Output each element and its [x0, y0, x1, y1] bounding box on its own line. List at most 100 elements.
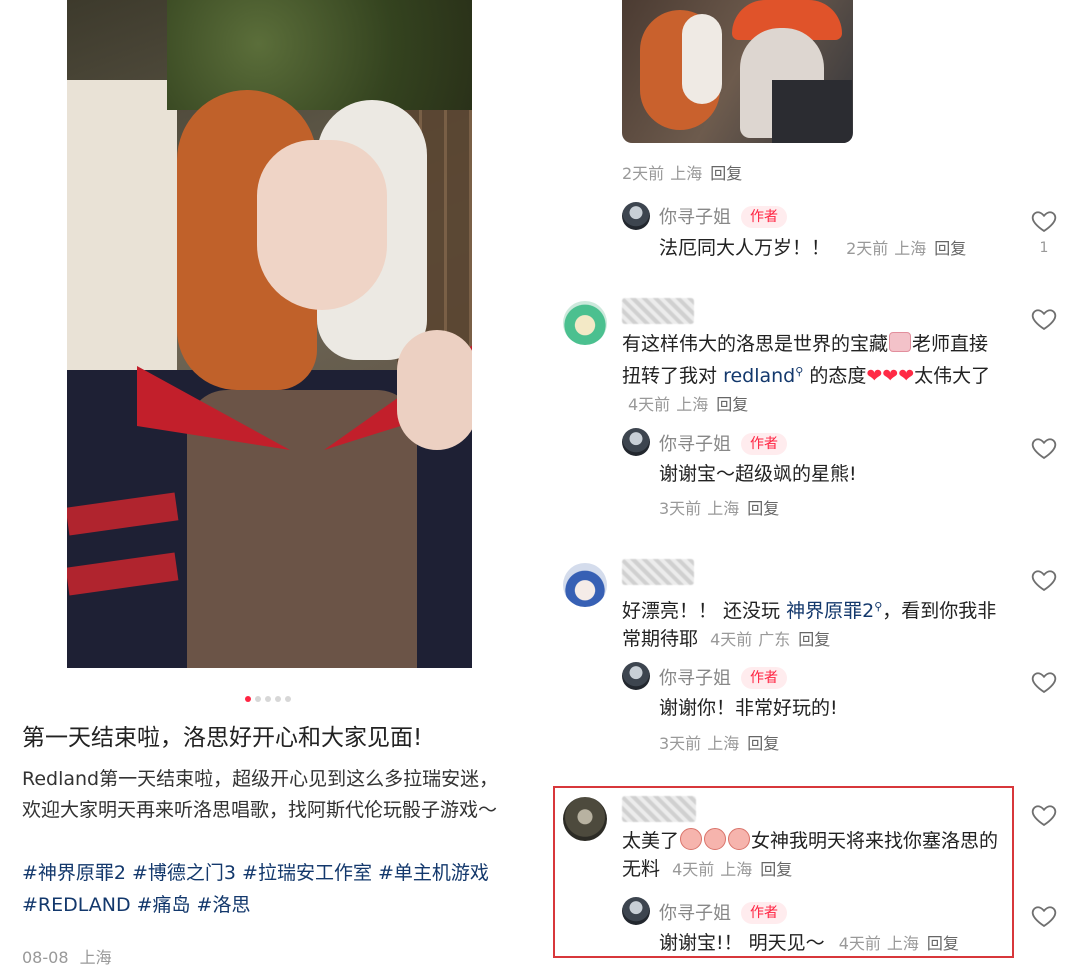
carousel-dot [275, 696, 281, 702]
post-body: Redland第一天结束啦，超级开心见到这么多拉瑞安迷，欢迎大家明天再来听洛思唱… [22, 768, 499, 821]
author-badge: 作者 [741, 667, 787, 689]
commenter-name-blurred[interactable] [622, 796, 696, 822]
author-name[interactable]: 你寻子姐 [659, 903, 731, 924]
author-name-row: 你寻子姐 作者 [659, 430, 787, 456]
author-name-row: 你寻子姐 作者 [659, 899, 787, 925]
keyword-link[interactable]: 神界原罪2⚲ [786, 600, 882, 622]
hashtag-link[interactable]: #单主机游戏 [378, 862, 489, 884]
reply-text: 谢谢宝!！ 明天见～ 4天前 上海 回复 [659, 929, 959, 958]
carousel-dot [265, 696, 271, 702]
comment-time: 4天前 [710, 630, 753, 649]
reply-location: 上海 [707, 734, 740, 753]
keyword-link[interactable]: redland⚲ [723, 365, 803, 387]
keyword-link-text: redland [723, 365, 796, 387]
like-button[interactable] [1030, 801, 1058, 829]
reply-time: 2天前 [846, 239, 889, 258]
hashtag-link[interactable]: #博德之门3 [132, 862, 236, 884]
comment-location: 广东 [758, 630, 791, 649]
hashtag-link[interactable]: #痛岛 [137, 894, 191, 916]
hashtag-link[interactable]: #REDLAND [22, 894, 131, 916]
reply-button[interactable]: 回复 [747, 499, 779, 518]
reply-meta: 3天前 上海 回复 [659, 730, 779, 754]
like-button[interactable] [1030, 902, 1058, 930]
author-badge: 作者 [741, 902, 787, 924]
post-meta: 08-08 上海 [22, 944, 112, 968]
commenter-avatar[interactable] [563, 797, 607, 841]
author-avatar[interactable] [622, 428, 650, 456]
post-location: 上海 [79, 948, 112, 967]
post-photo[interactable] [67, 0, 472, 668]
like-count: 1 [1039, 240, 1049, 256]
reply-button[interactable]: 回复 [934, 239, 966, 258]
reply-button[interactable]: 回复 [760, 860, 792, 879]
reply-time: 3天前 [659, 499, 702, 518]
comment-text: 有这样伟大的洛思是世界的宝藏 老师直接扭转了我对 redland⚲ 的态度❤❤❤太… [622, 330, 1002, 419]
reply-content: 谢谢你！非常好玩的! [659, 697, 838, 719]
comment-time: 4天前 [672, 860, 715, 879]
post-title: 第一天结束啦，洛思好开心和大家见面! [22, 725, 423, 751]
post-tags: #神界原罪2 #博德之门3 #拉瑞安工作室 #单主机游戏 #REDLAND #痛岛 #洛思 [22, 857, 512, 921]
comment-time: 4天前 [628, 395, 671, 414]
reply-time: 4天前 [838, 934, 881, 953]
post-date: 08-08 [22, 948, 69, 967]
comment-text: 太美了 女神我明天将来找你塞洛思的无料 4天前 上海 回复 [622, 827, 1007, 884]
reply-button[interactable]: 回复 [798, 630, 830, 649]
reply-location: 上海 [707, 499, 740, 518]
author-avatar[interactable] [622, 202, 650, 230]
author-avatar[interactable] [622, 897, 650, 925]
author-name[interactable]: 你寻子姐 [659, 207, 731, 228]
heart-outline-icon [1031, 805, 1057, 827]
reply-content: 谢谢宝～超级飒的星熊! [659, 463, 857, 485]
hashtag-link[interactable]: #洛思 [197, 894, 251, 916]
author-badge: 作者 [741, 206, 787, 228]
comment-time: 2天前 [622, 164, 665, 183]
comment-text-part: 有这样伟大的洛思是世界的宝藏 [622, 333, 889, 355]
comment-location: 上海 [720, 860, 753, 879]
commenter-avatar[interactable] [563, 563, 607, 607]
heart-outline-icon [1031, 570, 1057, 592]
heart-outline-icon [1031, 211, 1057, 233]
author-name-row: 你寻子姐 作者 [659, 664, 787, 690]
comment-location: 上海 [670, 164, 703, 183]
commenter-avatar[interactable] [563, 301, 607, 345]
carousel-dot [285, 696, 291, 702]
heart-outline-icon [1031, 906, 1057, 928]
reply-text: 法厄同大人万岁！！ 2天前 上海 回复 [659, 234, 966, 263]
reply-button[interactable]: 回复 [747, 734, 779, 753]
red-heart-emoji: ❤❤❤ [866, 365, 915, 387]
heart-outline-icon [1031, 309, 1057, 331]
reply-button[interactable]: 回复 [710, 164, 742, 183]
comment-text-part: 好漂亮！！ 还没玩 [622, 600, 781, 622]
author-name-row: 你寻子姐 作者 [659, 203, 787, 229]
comment-image[interactable] [622, 0, 853, 143]
shy-face-emoji [680, 828, 703, 850]
hashtag-link[interactable]: #拉瑞安工作室 [242, 862, 372, 884]
comment-location: 上海 [676, 395, 709, 414]
carousel-dot [255, 696, 261, 702]
author-name[interactable]: 你寻子姐 [659, 668, 731, 689]
commenter-name-blurred[interactable] [622, 559, 694, 585]
author-badge: 作者 [741, 433, 787, 455]
comment-text-part: 太伟大了 [914, 365, 991, 387]
author-name[interactable]: 你寻子姐 [659, 434, 731, 455]
author-avatar[interactable] [622, 662, 650, 690]
commenter-name-blurred[interactable] [622, 298, 694, 324]
reply-button[interactable]: 回复 [716, 395, 748, 414]
like-button[interactable] [1030, 668, 1058, 696]
like-button[interactable] [1030, 434, 1058, 462]
comment-meta: 2天前 上海 回复 [622, 160, 742, 184]
comment-text: 好漂亮！！ 还没玩 神界原罪2⚲，看到你我非常期待耶 4天前 广东 回复 [622, 593, 1007, 654]
reply-meta: 3天前 上海 回复 [659, 495, 779, 519]
carousel-dot-active [245, 696, 251, 702]
hashtag-link[interactable]: #神界原罪2 [22, 862, 126, 884]
like-button[interactable] [1030, 207, 1058, 235]
heart-outline-icon [1031, 438, 1057, 460]
like-button[interactable] [1030, 566, 1058, 594]
reply-location: 上海 [886, 934, 919, 953]
cake-emoji [889, 332, 912, 352]
like-button[interactable] [1030, 305, 1058, 333]
reply-location: 上海 [894, 239, 927, 258]
comment-text-part: 的态度 [809, 365, 867, 387]
heart-outline-icon [1031, 672, 1057, 694]
reply-button[interactable]: 回复 [927, 934, 959, 953]
